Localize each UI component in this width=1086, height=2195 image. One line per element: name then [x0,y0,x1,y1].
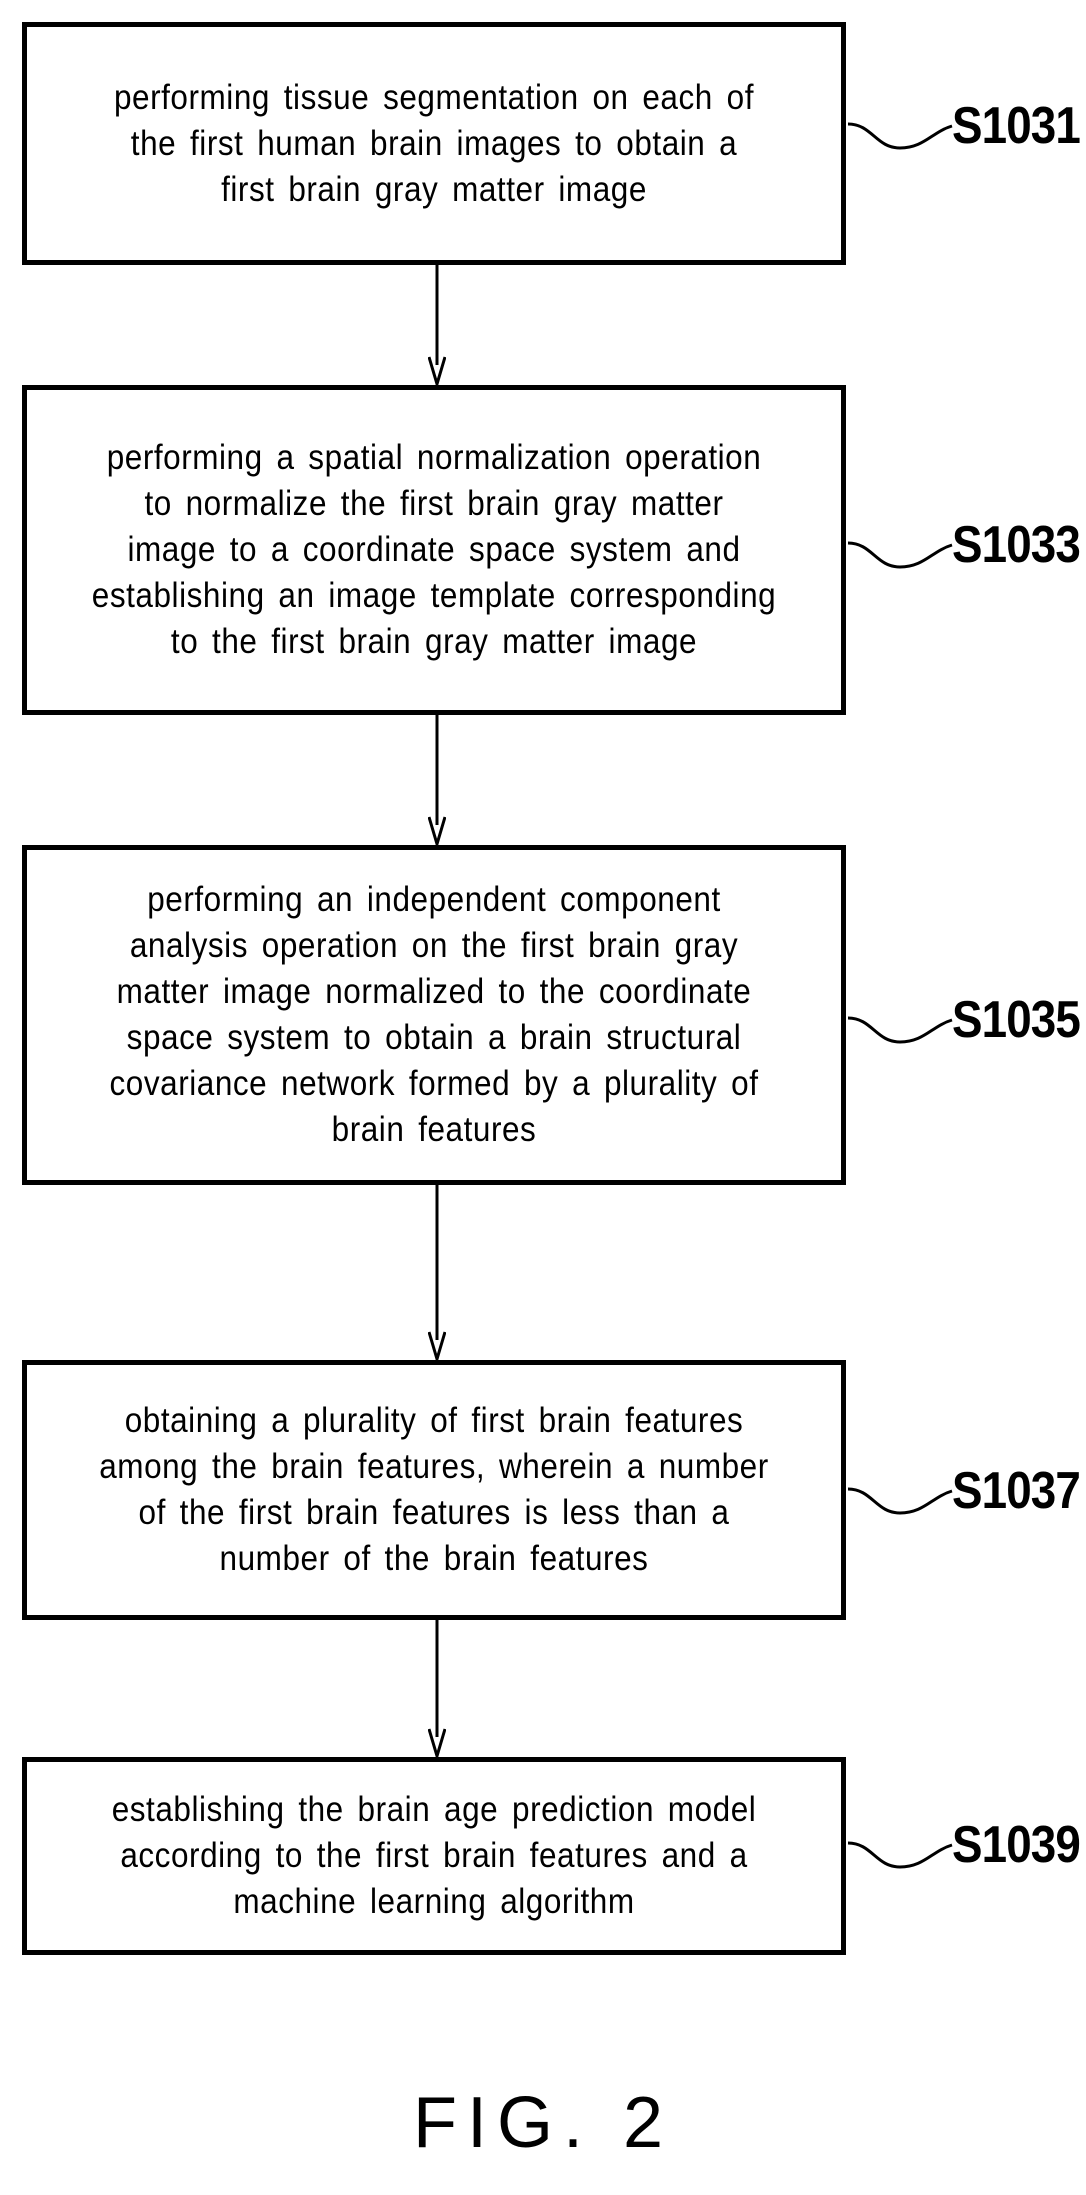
step-ref-s1031: S1031 [952,97,1081,155]
step-ref-s1033: S1033 [952,516,1081,574]
flowchart-node-text: obtaining a plurality of first brain fea… [99,1401,769,1578]
step-ref-s1035: S1035 [952,991,1081,1049]
flow-arrow-4 [428,1620,446,1757]
flowchart-node-s1039: establishing the brain age prediction mo… [22,1757,846,1955]
leader-line-s1031 [846,118,956,158]
leader-line-s1035 [846,1012,956,1052]
flow-arrow-3 [428,1185,446,1360]
step-ref-s1039: S1039 [952,1816,1081,1874]
flowchart-node-text: performing tissue segmentation on each o… [113,77,754,209]
flow-arrow-2 [428,715,446,845]
flowchart-node-text: performing a spatial normalization opera… [91,438,777,661]
leader-line-s1039 [846,1837,956,1877]
flowchart-node-s1037: obtaining a plurality of first brain fea… [22,1360,846,1620]
flow-arrow-1 [428,265,446,385]
leader-line-s1033 [846,537,956,577]
figure-caption: FIG. 2 [412,2083,674,2163]
leader-line-s1037 [846,1483,956,1523]
flowchart-node-s1033: performing a spatial normalization opera… [22,385,846,715]
flowchart-node-text: performing an independent component anal… [109,880,759,1149]
figure-canvas: performing tissue segmentation on each o… [0,0,1086,2195]
flowchart-node-s1035: performing an independent component anal… [22,845,846,1185]
flowchart-node-s1031: performing tissue segmentation on each o… [22,22,846,265]
step-ref-s1037: S1037 [952,1462,1081,1520]
flowchart-node-text: establishing the brain age prediction mo… [111,1790,757,1921]
